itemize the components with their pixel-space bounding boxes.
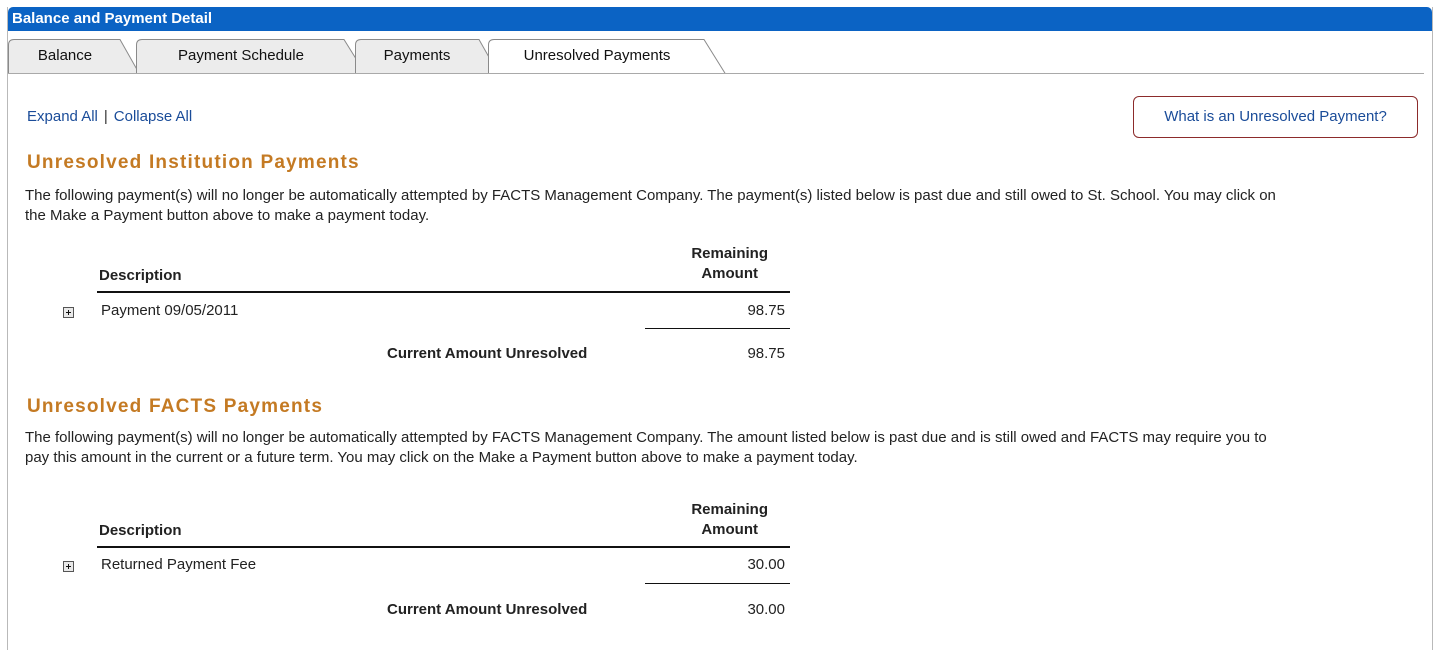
tab-payment-schedule[interactable]: Payment Schedule	[136, 38, 366, 74]
section-title: Unresolved Institution Payments	[27, 152, 360, 173]
total-divider	[645, 328, 790, 329]
expand-row-icon[interactable]	[63, 307, 74, 318]
header-divider	[97, 291, 790, 293]
unresolved-institution-table: Remaining Amount Description Payment 09/…	[63, 244, 790, 374]
section-description: The following payment(s) will no longer …	[25, 187, 1276, 224]
section-title: Unresolved FACTS Payments	[27, 396, 324, 417]
unresolved-facts-table: Remaining Amount Description Returned Pa…	[63, 500, 790, 630]
unresolved-payment-help-button[interactable]: What is an Unresolved Payment?	[1133, 96, 1418, 138]
row-description: Returned Payment Fee	[101, 556, 257, 573]
expand-collapse-links: Expand All | Collapse All	[27, 108, 192, 125]
total-amount: 98.75	[747, 345, 785, 362]
tab-baseline	[8, 73, 1424, 74]
tab-label: Balance	[37, 47, 93, 64]
column-header-amount-line1: Remaining	[691, 501, 768, 518]
column-header-amount: Remaining Amount	[691, 244, 768, 284]
column-header-description: Description	[99, 522, 182, 539]
column-header-description: Description	[99, 267, 182, 284]
link-separator: |	[103, 108, 108, 125]
column-header-amount-line2: Amount	[701, 265, 758, 282]
expand-row-icon[interactable]	[63, 561, 74, 572]
tab-balance[interactable]: Balance	[8, 38, 140, 74]
tab-label: Unresolved Payments	[523, 47, 671, 64]
row-amount: 30.00	[747, 556, 785, 573]
row-amount: 98.75	[747, 302, 785, 319]
total-label: Current Amount Unresolved	[387, 601, 588, 618]
total-amount: 30.00	[747, 601, 785, 618]
total-divider	[645, 583, 790, 584]
expand-all-link[interactable]: Expand All	[27, 108, 98, 125]
column-header-amount: Remaining Amount	[691, 500, 768, 540]
tab-label: Payment Schedule	[178, 47, 304, 64]
row-description: Payment 09/05/2011	[101, 302, 239, 319]
header-divider	[97, 546, 790, 548]
tab-payments[interactable]: Payments	[355, 38, 499, 74]
column-header-amount-line2: Amount	[701, 521, 758, 538]
tab-unresolved-payments[interactable]: Unresolved Payments	[488, 38, 726, 74]
tab-bar: Balance Payment Schedule Payments Unreso…	[8, 38, 1426, 74]
total-label: Current Amount Unresolved	[387, 345, 588, 362]
section-description: The following payment(s) will no longer …	[25, 429, 1267, 466]
collapse-all-link[interactable]: Collapse All	[114, 108, 192, 125]
tab-label: Payments	[383, 47, 451, 64]
column-header-amount-line1: Remaining	[691, 245, 768, 262]
panel-title: Balance and Payment Detail	[8, 7, 1432, 31]
